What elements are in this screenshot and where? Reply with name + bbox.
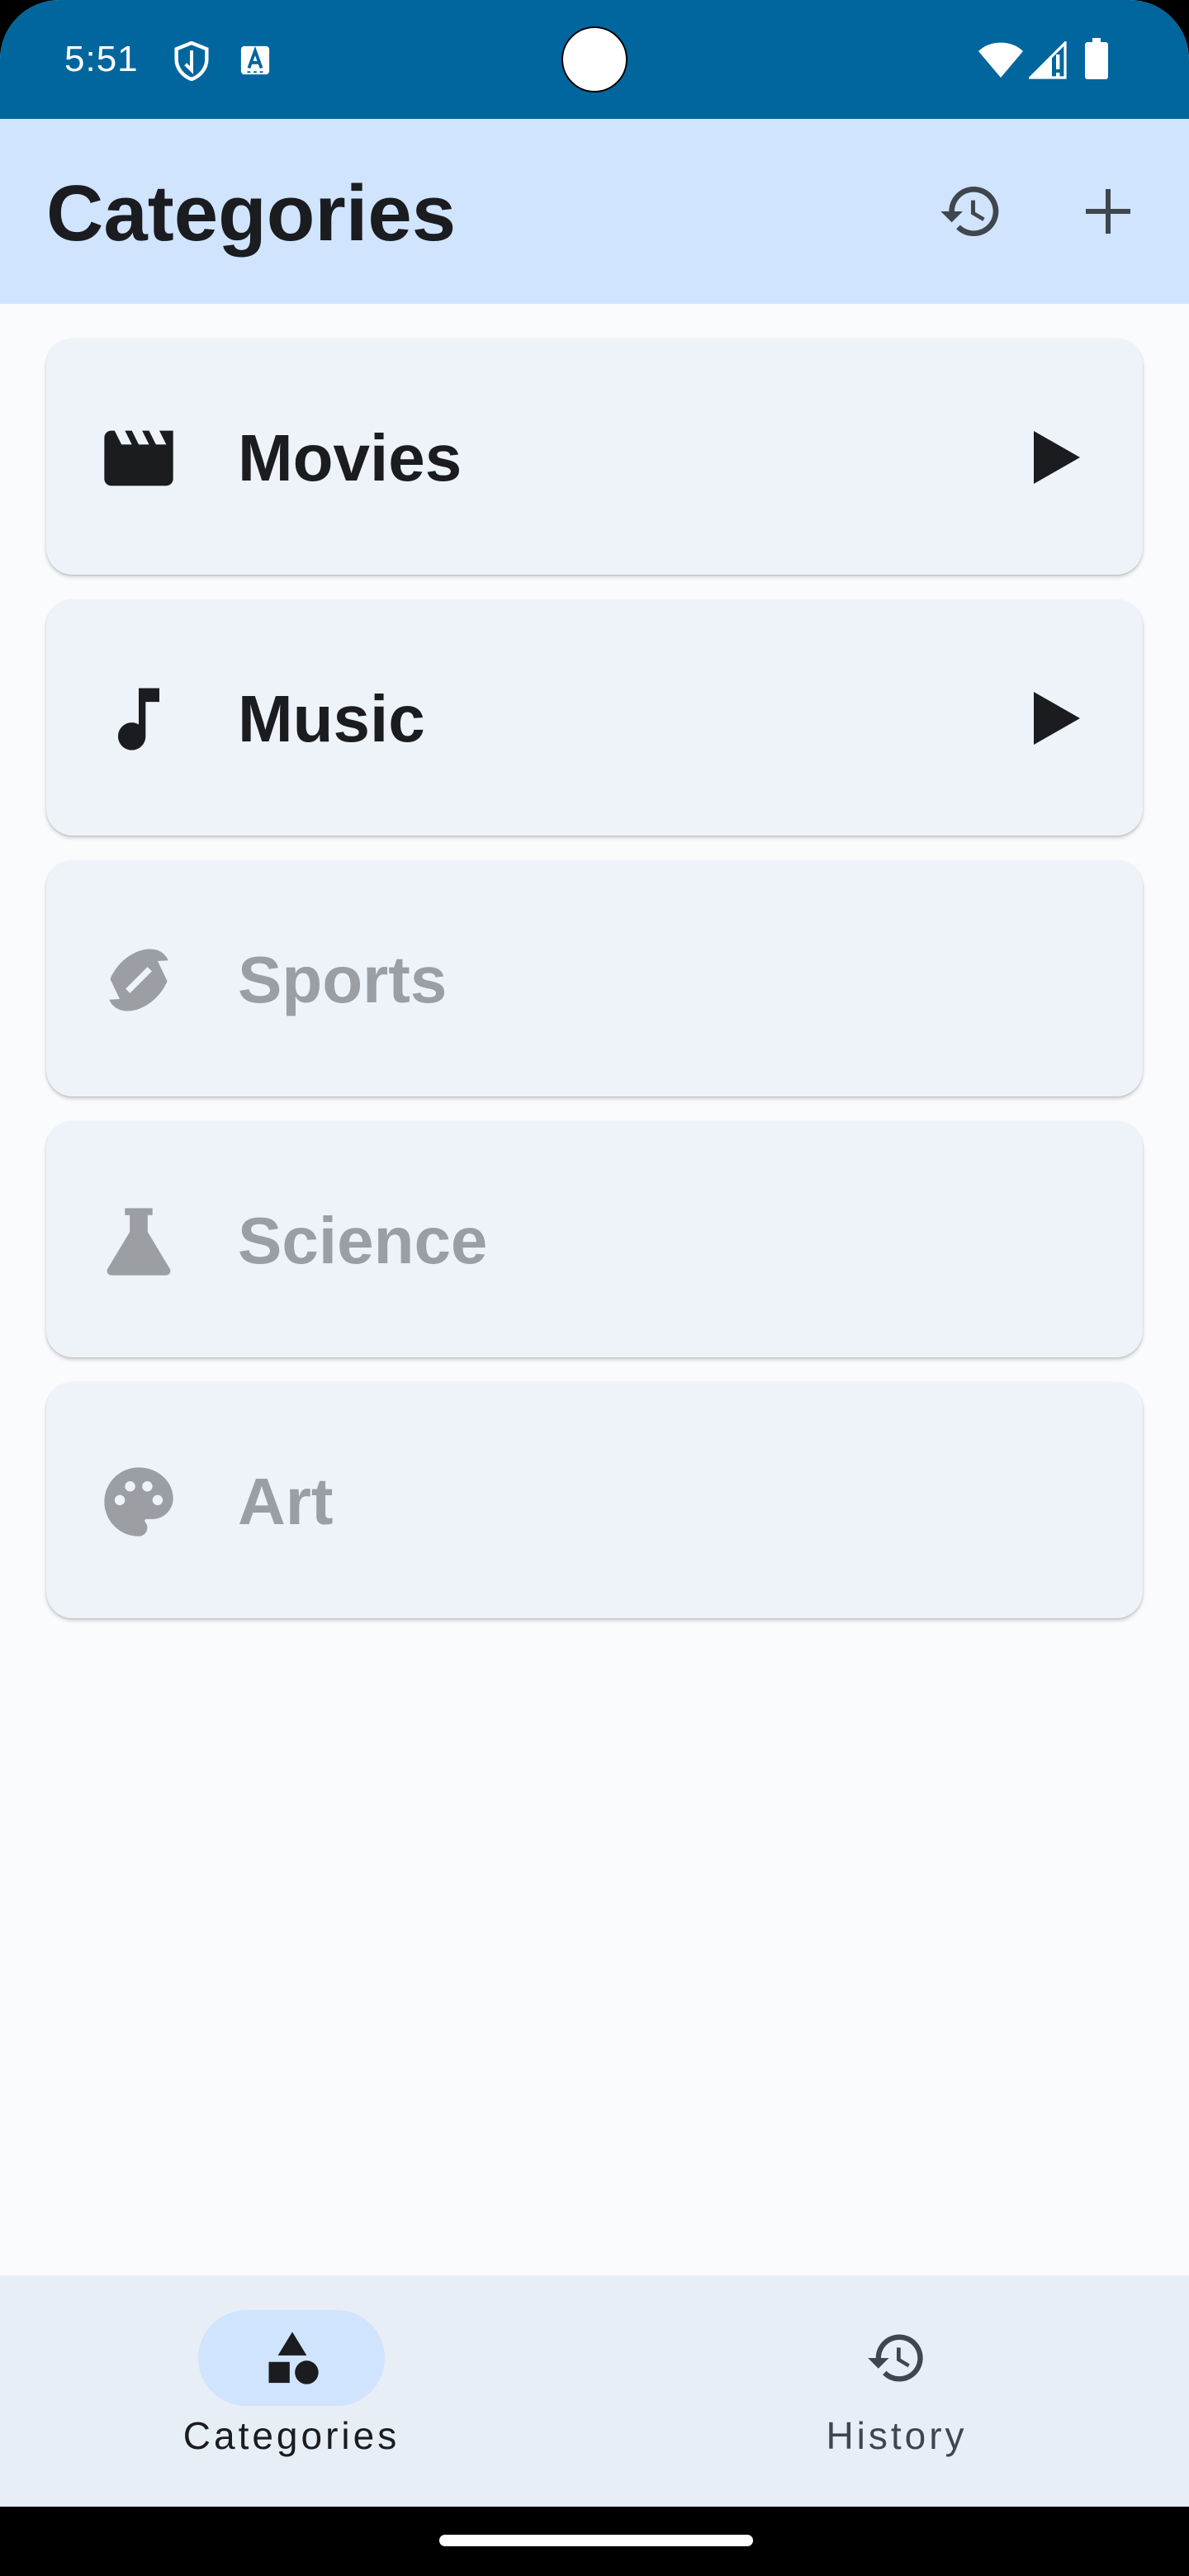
home-gesture-handle[interactable] (439, 2535, 753, 2546)
nav-label: History (826, 2414, 968, 2457)
category-shapes-icon (268, 2332, 319, 2384)
movie-clapperboard-icon (104, 430, 173, 486)
bottom-navigation: Categories History (0, 2275, 1189, 2507)
category-label: Movies (238, 421, 462, 495)
add-category-button[interactable] (1062, 165, 1154, 258)
play-arrow-icon (1034, 431, 1080, 484)
category-icon-wrap (97, 1200, 180, 1282)
music-note-icon (118, 688, 159, 751)
category-card-music[interactable]: Music (46, 599, 1143, 836)
status-bar: 5:51 (0, 0, 1189, 119)
nav-item-history[interactable]: History (594, 2275, 1189, 2507)
category-card-science[interactable]: Science (46, 1121, 1143, 1357)
history-button[interactable] (925, 165, 1017, 258)
category-icon-wrap (97, 678, 180, 760)
category-list: Movies Music Sports Science Art (46, 339, 1143, 1643)
category-label: Science (238, 1204, 488, 1277)
shield-icon (174, 41, 209, 81)
category-label: Music (238, 682, 425, 755)
status-time: 5:51 (64, 39, 139, 79)
nav-item-categories[interactable]: Categories (0, 2275, 594, 2507)
palette-icon (104, 1467, 173, 1537)
category-card-sports[interactable]: Sports (46, 860, 1143, 1096)
play-arrow-icon (1034, 692, 1080, 745)
add-icon (1086, 189, 1130, 234)
screen: 5:51 Categories Movies Music Sports Scie… (0, 0, 1189, 2576)
top-app-bar: Categories (0, 119, 1189, 304)
page-title: Categories (46, 169, 457, 258)
wifi-icon (978, 42, 1023, 78)
category-icon-wrap (97, 417, 180, 500)
battery-icon (1085, 38, 1108, 79)
football-icon (106, 949, 172, 1011)
cell-signal-icon (1029, 41, 1067, 79)
flask-icon (107, 1208, 171, 1276)
category-card-art[interactable]: Art (46, 1382, 1143, 1618)
category-card-movies[interactable]: Movies (46, 339, 1143, 575)
history-icon (940, 187, 999, 237)
system-navigation-bar (0, 2507, 1189, 2576)
category-icon-wrap (97, 939, 180, 1021)
category-label: Sports (238, 943, 448, 1016)
camera-cutout (561, 26, 628, 92)
category-icon-wrap (97, 1461, 180, 1543)
category-label: Art (238, 1465, 334, 1538)
history-icon (868, 2334, 923, 2382)
text-recognition-icon (240, 45, 270, 75)
nav-label: Categories (182, 2414, 400, 2457)
